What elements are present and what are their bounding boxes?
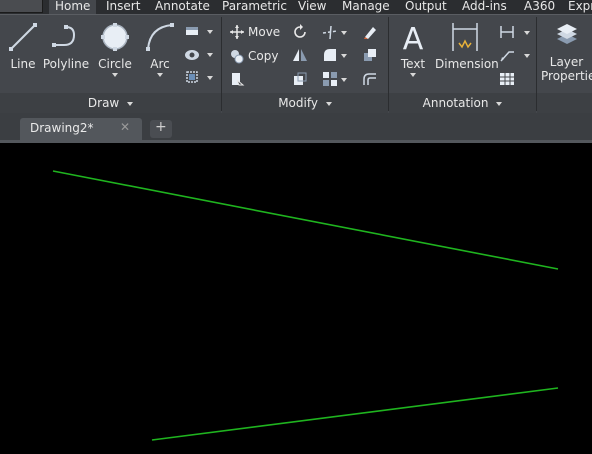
close-icon[interactable]: ✕ — [120, 120, 130, 134]
polyline-label: Polyline — [42, 57, 90, 71]
drawing-canvas[interactable] — [0, 143, 592, 454]
drawing-area — [52, 170, 559, 441]
linear-dimension-dropdown-caret[interactable] — [524, 31, 530, 35]
drawn-line-2[interactable] — [151, 387, 559, 441]
circle-button[interactable]: Circle — [97, 21, 133, 71]
dimension-label: Dimension — [435, 57, 499, 71]
circle-icon — [101, 23, 129, 51]
mirror-icon[interactable] — [292, 47, 308, 63]
leader-dropdown-caret[interactable] — [524, 54, 530, 58]
array-icon[interactable] — [322, 71, 338, 87]
stretch-icon[interactable] — [229, 71, 245, 87]
fillet-dropdown-caret[interactable] — [341, 54, 347, 58]
document-tab-bar: Drawing2* ✕ + — [0, 113, 592, 140]
new-drawing-tab-button[interactable]: + — [150, 119, 172, 138]
table-icon[interactable] — [499, 71, 515, 87]
array-dropdown-caret[interactable] — [341, 78, 347, 82]
application-menu-button[interactable] — [0, 0, 43, 13]
layers-panel-title[interactable] — [537, 93, 592, 113]
plus-icon: + — [155, 119, 167, 135]
circle-label: Circle — [98, 57, 132, 71]
draw-panel-title[interactable]: Draw — [0, 93, 221, 113]
document-tab-drawing2[interactable]: Drawing2* ✕ — [20, 118, 142, 140]
arc-icon — [146, 23, 174, 51]
modify-panel-title[interactable]: Modify — [222, 93, 388, 113]
arc-dropdown-caret[interactable] — [157, 73, 163, 77]
tab-output[interactable]: Output — [405, 0, 447, 14]
annotation-panel-title-label: Annotation — [422, 96, 489, 110]
move-button[interactable]: Move — [229, 22, 280, 42]
copy-button[interactable]: Copy — [229, 46, 278, 66]
layer-properties-button[interactable]: Layer Properties — [541, 21, 592, 83]
line-label: Line — [10, 57, 36, 71]
text-icon: A — [403, 22, 424, 53]
erase-icon[interactable] — [362, 24, 378, 40]
boundary-icon[interactable] — [184, 69, 200, 85]
trim-dropdown-caret[interactable] — [341, 31, 347, 35]
tab-view[interactable]: View — [298, 0, 326, 14]
copy-icon — [231, 50, 244, 64]
tab-parametric[interactable]: Parametric — [222, 0, 287, 14]
explode-icon[interactable] — [362, 47, 378, 63]
drawn-line-1[interactable] — [52, 170, 559, 270]
layer-properties-label-2: Properties — [541, 69, 592, 83]
layer-properties-label-1: Layer — [549, 55, 584, 69]
arc-button[interactable]: Arc — [143, 21, 177, 71]
rotate-icon[interactable] — [292, 24, 308, 40]
document-tab-title: Drawing2* — [30, 121, 94, 135]
text-dropdown-caret[interactable] — [410, 73, 416, 77]
annotation-panel-title[interactable]: Annotation — [389, 93, 536, 113]
ribbon-tab-bar: Home Insert Annotate Parametric View Man… — [0, 0, 592, 14]
hatch-icon[interactable] — [184, 46, 200, 62]
draw-panel-expand-icon — [127, 101, 134, 106]
tab-a360[interactable]: A360 — [524, 0, 555, 14]
rectangle-icon[interactable] — [184, 23, 200, 39]
text-button[interactable]: A Text — [397, 21, 429, 71]
hatch-dropdown-caret[interactable] — [207, 53, 213, 57]
annotation-panel-expand-icon — [496, 101, 503, 106]
linear-dimension-icon[interactable] — [499, 24, 515, 40]
draw-panel-title-label: Draw — [87, 96, 120, 110]
svg-text:A: A — [403, 22, 424, 53]
move-icon — [230, 25, 244, 39]
tab-home[interactable]: Home — [49, 0, 97, 14]
tab-annotate[interactable]: Annotate — [155, 0, 210, 14]
ribbon: Line Polyline Circle Arc Draw Move Copy … — [0, 14, 592, 113]
dimension-button[interactable]: Dimension — [435, 21, 499, 71]
fillet-icon[interactable] — [322, 47, 338, 63]
line-button[interactable]: Line — [6, 21, 40, 71]
text-label: Text — [400, 57, 426, 71]
copy-label: Copy — [248, 49, 279, 63]
polyline-button[interactable]: Polyline — [42, 21, 90, 71]
modify-panel-expand-icon — [325, 101, 332, 106]
modify-panel-title-label: Modify — [278, 96, 318, 110]
leader-icon[interactable] — [499, 47, 515, 63]
polyline-icon — [52, 25, 76, 47]
arc-label: Arc — [150, 57, 170, 71]
move-label: Move — [248, 25, 281, 39]
dimension-icon — [452, 23, 478, 51]
line-icon — [9, 23, 37, 51]
boundary-dropdown-caret[interactable] — [207, 76, 213, 80]
scale-icon[interactable] — [292, 71, 308, 87]
layer-properties-icon — [556, 24, 577, 44]
circle-dropdown-caret[interactable] — [112, 73, 118, 77]
tab-insert[interactable]: Insert — [106, 0, 140, 14]
tab-manage[interactable]: Manage — [342, 0, 390, 14]
offset-icon[interactable] — [362, 71, 378, 87]
tab-express[interactable]: Expr — [568, 0, 592, 14]
rectangle-dropdown-caret[interactable] — [207, 30, 213, 34]
trim-icon[interactable] — [322, 24, 338, 40]
tab-add-ins[interactable]: Add-ins — [462, 0, 507, 14]
